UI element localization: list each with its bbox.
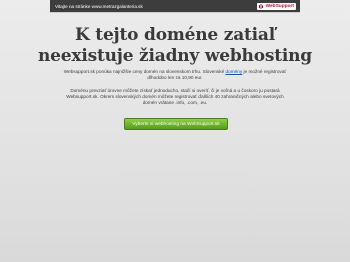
page-title: K tejto doméne zatiaľ neexistuje žiadny … (0, 25, 350, 67)
domains-link[interactable]: domény (226, 69, 243, 74)
intro-line-2: dlhodobo len za 10,90 eur. (147, 75, 203, 81)
webhosting-cta-button[interactable]: Vyberte si webhosting na WebSupport.sk (124, 118, 228, 130)
details-line-3: domén vrátane .info, .com, .eu. (142, 100, 208, 106)
page: Vitajte na stránke www.metrazgalanteria.… (0, 0, 350, 262)
details-paragraph: Doménu prevziať úrovne môžete získať jed… (55, 88, 295, 107)
headline-line-1: K tejto doméne zatiaľ (75, 25, 275, 45)
websupport-logo[interactable]: WebSupport (257, 2, 296, 10)
intro-paragraph: Websupport.sk ponúka najnižšie ceny domé… (55, 69, 295, 81)
intro-text-before-link: Websupport.sk ponúka najnižšie ceny domé… (63, 69, 226, 74)
top-bar: Vitajte na stránke www.metrazgalanteria.… (50, 0, 300, 12)
headline-line-2: neexistuje žiadny webhosting (38, 46, 312, 66)
welcome-text: Vitajte na stránke www.metrazgalanteria.… (55, 3, 143, 9)
intro-text-after-link: je možné registrovať (242, 69, 287, 74)
top-divider (50, 12, 300, 13)
logo-text: WebSupport (265, 3, 294, 9)
websupport-logo-icon (259, 3, 264, 9)
